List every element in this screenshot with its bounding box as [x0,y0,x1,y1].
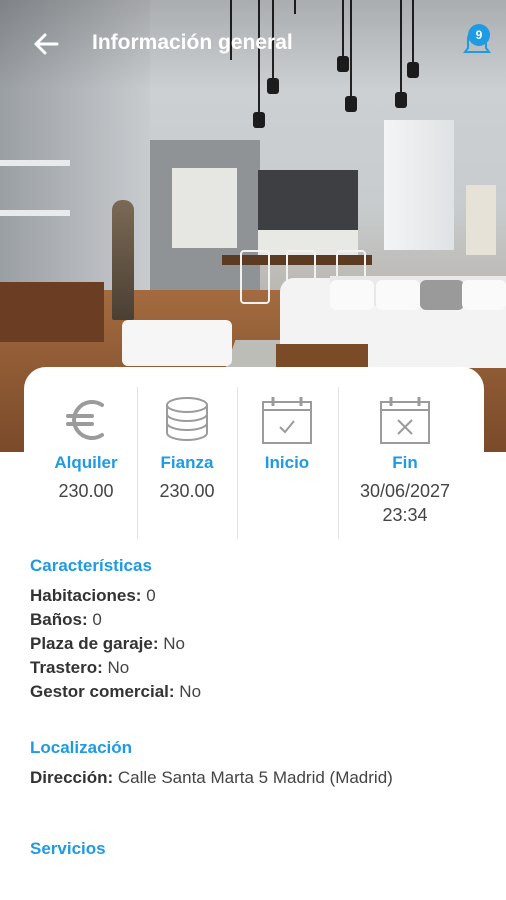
photo-ottoman [122,320,232,366]
photo-lamp-bulb [395,92,407,108]
page-title: Información general [92,31,293,54]
detail-label: Trastero: [30,658,103,677]
photo-cushion [330,280,374,310]
photo-cabinet [0,282,104,342]
detail-value: No [179,682,202,701]
calendar-check-icon [262,397,312,444]
photo-cushion [420,280,464,310]
detail-row: Habitaciones: 0 [30,586,201,606]
photo-coffee-table [276,344,368,368]
summary-item-fianza: Fianza 230.00 [137,387,237,547]
app-header: Información general 9 [0,0,506,90]
summary-value: 230.00 [58,481,114,501]
photo-lamp-bulb [345,96,357,112]
address-value: Calle Santa Marta 5 Madrid (Madrid) [117,768,393,787]
detail-label: Habitaciones: [30,586,142,605]
localizacion-section: Localización Dirección: Calle Santa Mart… [30,738,393,788]
servicios-section: Servicios [30,839,106,859]
coins-stack-icon [166,397,208,441]
photo-back-panel [172,168,237,248]
summary-item-inicio: Inicio [237,387,337,547]
detail-row: Baños: 0 [30,610,201,630]
summary-label: Fin [392,453,418,472]
summary-label: Inicio [264,453,310,472]
arrow-left-icon [34,33,59,55]
photo-cushion [462,280,506,310]
detail-row: Plaza de garaje: No [30,634,201,654]
notifications-button[interactable]: 9 [460,22,496,60]
euro-icon [66,400,104,440]
detail-label: Plaza de garaje: [30,634,159,653]
summary-item-fin: Fin 30/06/2027 23:34 [340,387,470,547]
detail-label: Dirección: [30,768,114,787]
notification-count-badge: 9 [468,24,490,46]
detail-value: 0 [146,586,156,605]
caracteristicas-section: Características Habitaciones: 0 Baños: 0… [30,556,201,702]
section-title: Servicios [30,839,106,858]
section-title: Características [30,556,152,575]
photo-cushion [376,280,420,310]
summary-label: Alquiler [54,453,118,472]
summary-item-alquiler: Alquiler 230.00 [36,387,136,547]
photo-chair [240,250,270,304]
photo-window [384,120,454,250]
summary-value: 230.00 [159,481,215,501]
back-button[interactable] [28,26,64,62]
summary-value: 30/06/2027 [359,481,451,501]
detail-label: Gestor comercial: [30,682,175,701]
detail-value: 0 [92,610,102,629]
detail-value: No [163,634,185,653]
detail-label: Baños: [30,610,88,629]
section-title: Localización [30,738,133,757]
photo-plant [112,200,134,320]
photo-lamp-bulb [253,112,265,128]
photo-artwork [466,185,496,255]
summary-label: Fianza [160,453,214,472]
detail-value: No [107,658,130,677]
photo-shelf [0,210,70,216]
detail-row: Dirección: Calle Santa Marta 5 Madrid (M… [30,768,393,788]
photo-shelf [0,160,70,166]
summary-value-time: 23:34 [382,505,428,525]
detail-row: Trastero: No [30,658,201,678]
contract-summary-card: Alquiler 230.00 Fianza 230.00 Inicio Fin… [24,367,484,547]
calendar-x-icon [380,397,430,444]
divider [338,387,339,539]
detail-row: Gestor comercial: No [30,682,201,702]
